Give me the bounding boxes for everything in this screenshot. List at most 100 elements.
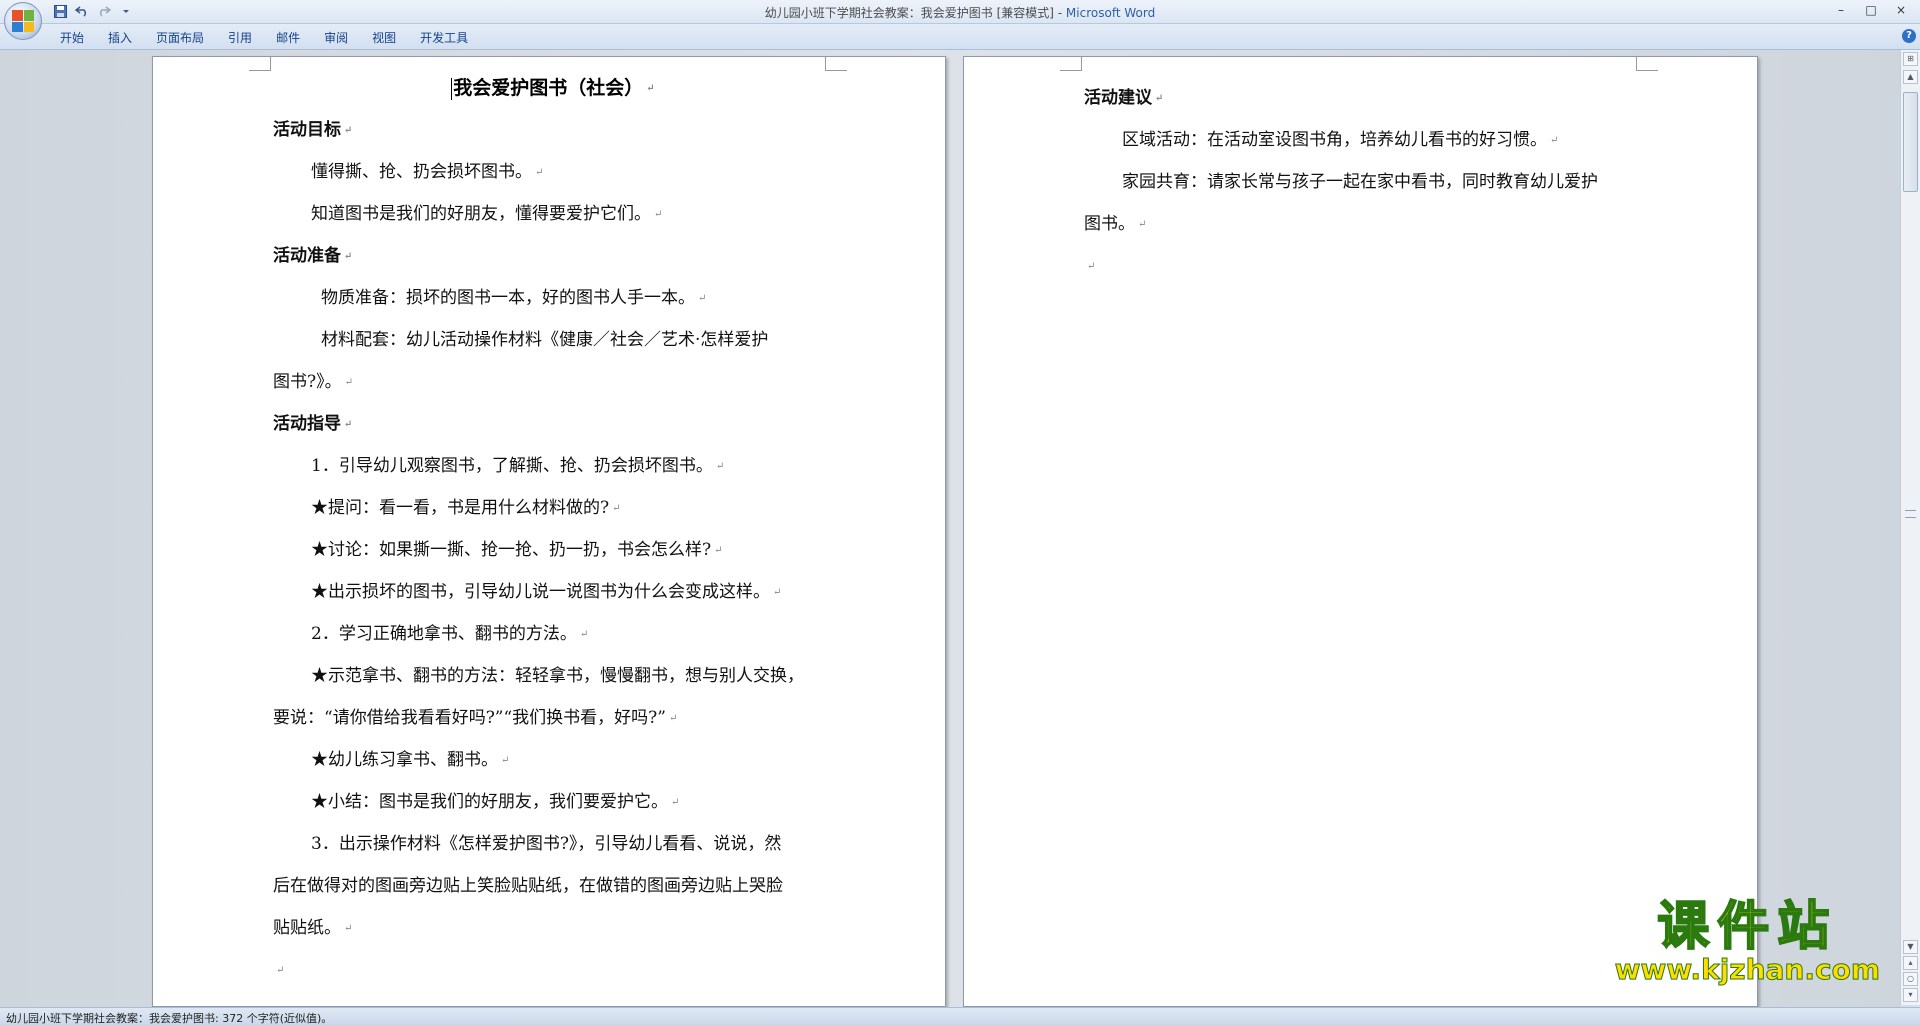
paragraph-mark: ↵ (654, 208, 663, 220)
paragraph-mark: ↵ (1087, 260, 1096, 272)
ribbon-tabs-bar: 开始 插入 页面布局 引用 邮件 审阅 视图 开发工具 ? (0, 24, 1920, 50)
office-logo-icon (12, 10, 34, 32)
line-text: 物质准备：损坏的图书一本，好的图书人手一本。 (321, 288, 695, 308)
line-text: 活动目标 (273, 120, 341, 140)
status-bar: 幼儿园小班下学期社会教案：我会爱护图书: 372 个字符(近似值)。 (0, 1007, 1920, 1025)
scroll-thumb[interactable] (1903, 92, 1918, 192)
tab-developer[interactable]: 开发工具 (408, 29, 480, 47)
tab-home[interactable]: 开始 (48, 29, 96, 47)
tab-insert[interactable]: 插入 (96, 29, 144, 47)
body-line: 贴贴纸。 ↵ (273, 907, 833, 949)
vertical-scrollbar[interactable]: ⊞ ▲ ▼ ▴ ○ ▾ (1900, 50, 1920, 1005)
office-button[interactable] (4, 2, 42, 40)
document-page-2[interactable]: 活动建议 ↵ 区域活动：在活动室设图书角，培养幼儿看书的好习惯。 ↵ 家园共育：请家… (963, 56, 1758, 1007)
line-text: ★示范拿书、翻书的方法：轻轻拿书，慢慢翻书，想与别人交换， (311, 666, 804, 686)
scroll-down-icon[interactable]: ▼ (1903, 940, 1918, 954)
body-line: ★讨论：如果撕一撕、抢一抢、扔一扔，书会怎么样? ↵ (273, 529, 833, 571)
paragraph-mark: ↵ (344, 376, 354, 388)
tab-review[interactable]: 审阅 (312, 29, 360, 47)
body-line: 材料配套：幼儿活动操作材料《健康／社会／艺术·怎样爱护 (273, 319, 833, 361)
paragraph-mark: ↵ (612, 502, 621, 514)
document-page-1[interactable]: 我会爱护图书（社会） ↵ 活动目标 ↵ 懂得撕、抢、扔会损坏图书。 ↵ 知道图书是我们… (152, 56, 946, 1007)
body-line: 知道图书是我们的好朋友，懂得要爱护它们。 ↵ (273, 193, 833, 235)
paragraph-mark: ↵ (646, 83, 655, 94)
body-line: 图书。 ↵ (1084, 203, 1644, 245)
scroll-up-icon[interactable]: ▲ (1903, 70, 1918, 84)
select-browse-object-icon[interactable]: ○ (1903, 972, 1918, 986)
line-text: 家园共育：请家长常与孩子一起在家中看书，同时教育幼儿爱护 (1122, 172, 1598, 192)
heading-preparation: 活动准备 ↵ (273, 235, 833, 277)
line-text: 贴贴纸。 (273, 918, 341, 938)
line-text: 懂得撕、抢、扔会损坏图书。 (311, 162, 532, 182)
line-text: 材料配套：幼儿活动操作材料《健康／社会／艺术·怎样爱护 (321, 330, 769, 350)
line-text: 2．学习正确地拿书、翻书的方法。 (311, 624, 577, 644)
tab-mailings[interactable]: 邮件 (264, 29, 312, 47)
line-text: 活动准备 (273, 246, 341, 266)
paragraph-mark: ↵ (535, 166, 544, 178)
body-line: ★小结：图书是我们的好朋友，我们要爱护它。 ↵ (273, 781, 833, 823)
body-line: 图书?》。 ↵ (273, 361, 833, 403)
body-line: 物质准备：损坏的图书一本，好的图书人手一本。 ↵ (273, 277, 833, 319)
watermark-title: 课件站 (1656, 897, 1838, 957)
line-text: 1．引导幼儿观察图书，了解撕、抢、扔会损坏图书。 (311, 456, 713, 476)
line-text: 活动指导 (273, 414, 341, 434)
paragraph-mark: ↵ (344, 418, 353, 430)
paragraph-mark: ↵ (1550, 134, 1559, 146)
paragraph-mark: ↵ (344, 922, 353, 934)
watermark-url: www.kjzhan.com (1614, 953, 1880, 986)
previous-page-icon[interactable]: ▴ (1903, 956, 1918, 970)
heading-guidance: 活动指导 ↵ (273, 403, 833, 445)
next-page-icon[interactable]: ▾ (1903, 988, 1918, 1002)
line-text: 图书。 (1084, 214, 1135, 234)
crop-mark (1636, 57, 1658, 71)
body-line: 懂得撕、抢、扔会损坏图书。 ↵ (273, 151, 833, 193)
paragraph-mark: ↵ (344, 250, 353, 262)
title-bar: 幼儿园小班下学期社会教案：我会爱护图书 [兼容模式] - Microsoft W… (0, 0, 1920, 24)
window-controls: – □ × (1828, 2, 1914, 18)
close-button[interactable]: × (1888, 2, 1914, 18)
body-line: 3．出示操作材料《怎样爱护图书?》，引导幼儿看看、说说，然 (273, 823, 833, 865)
help-icon[interactable]: ? (1902, 29, 1916, 43)
line-text: 3．出示操作材料《怎样爱护图书?》，引导幼儿看看、说说，然 (311, 834, 782, 854)
empty-line: ↵ (1084, 245, 1644, 287)
line-text: ★讨论：如果撕一撕、抢一抢、扔一扔，书会怎么样? (311, 540, 712, 560)
line-text: 要说：“请你借给我看看好吗?”“我们换书看，好吗?” (273, 708, 666, 728)
scroll-grip-icon (1905, 510, 1916, 518)
paragraph-mark: ↵ (773, 586, 782, 598)
window-title: 幼儿园小班下学期社会教案：我会爱护图书 [兼容模式] - Microsoft W… (0, 4, 1920, 21)
minimize-button[interactable]: – (1828, 2, 1854, 18)
window-title-app: Microsoft Word (1065, 6, 1156, 20)
paragraph-mark: ↵ (579, 628, 589, 640)
body-line: ★提问：看一看，书是用什么材料做的? ↵ (273, 487, 833, 529)
tab-references[interactable]: 引用 (216, 29, 264, 47)
watermark-logo: 课件站 www.kjzhan.com (1614, 897, 1880, 986)
body-line: ★幼儿练习拿书、翻书。 ↵ (273, 739, 833, 781)
body-line: 后在做得对的图画旁边贴上笑脸贴贴纸，在做错的图画旁边贴上哭脸 (273, 865, 833, 907)
window-title-doc: 幼儿园小班下学期社会教案：我会爱护图书 [兼容模式] - (764, 6, 1066, 20)
page-1-content: 我会爱护图书（社会） ↵ 活动目标 ↵ 懂得撕、抢、扔会损坏图书。 ↵ 知道图书是我们… (273, 67, 833, 991)
maximize-button[interactable]: □ (1858, 2, 1884, 18)
body-line: ★示范拿书、翻书的方法：轻轻拿书，慢慢翻书，想与别人交换， (273, 655, 833, 697)
paragraph-mark: ↵ (501, 754, 510, 766)
empty-line: ↵ (273, 949, 833, 991)
body-line: ★出示损坏的图书，引导幼儿说一说图书为什么会变成这样。 ↵ (273, 571, 833, 613)
line-text: ★幼儿练习拿书、翻书。 (311, 750, 498, 770)
paragraph-mark: ↵ (698, 292, 707, 304)
ruler-toggle-icon[interactable]: ⊞ (1903, 52, 1918, 66)
line-text: 知道图书是我们的好朋友，懂得要爱护它们。 (311, 204, 651, 224)
paragraph-mark: ↵ (671, 796, 680, 808)
line-text: ★提问：看一看，书是用什么材料做的? (311, 498, 610, 518)
page-2-content: 活动建议 ↵ 区域活动：在活动室设图书角，培养幼儿看书的好习惯。 ↵ 家园共育：请家… (1084, 77, 1644, 287)
paragraph-mark: ↵ (276, 964, 285, 976)
document-area[interactable]: 我会爱护图书（社会） ↵ 活动目标 ↵ 懂得撕、抢、扔会损坏图书。 ↵ 知道图书是我们… (0, 50, 1900, 1007)
paragraph-mark: ↵ (1138, 218, 1147, 230)
tab-page-layout[interactable]: 页面布局 (144, 29, 216, 47)
tab-view[interactable]: 视图 (360, 29, 408, 47)
document-title: 我会爱护图书（社会） ↵ (273, 67, 833, 109)
line-text: ★出示损坏的图书，引导幼儿说一说图书为什么会变成这样。 (311, 582, 770, 602)
paragraph-mark: ↵ (344, 124, 353, 136)
paragraph-mark: ↵ (715, 460, 725, 472)
body-line: 要说：“请你借给我看看好吗?”“我们换书看，好吗?” ↵ (273, 697, 833, 739)
status-text: 幼儿园小班下学期社会教案：我会爱护图书: 372 个字符(近似值)。 (6, 1012, 333, 1025)
crop-mark (249, 57, 271, 71)
